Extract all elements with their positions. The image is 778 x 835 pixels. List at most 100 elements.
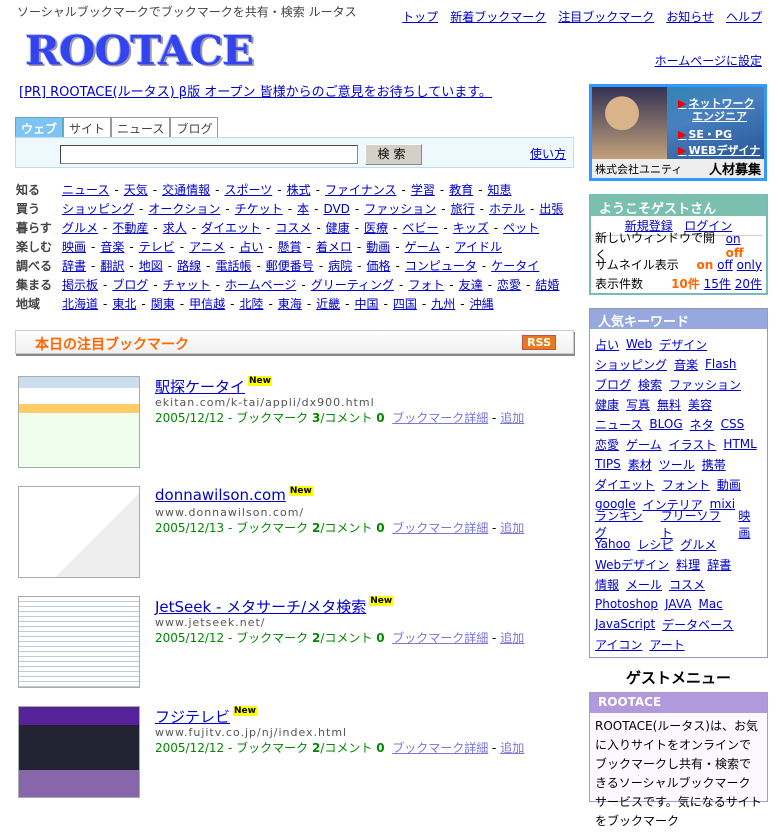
category-link[interactable]: 株式 <box>287 181 311 198</box>
bookmark-title[interactable]: 駅探ケータイ <box>155 378 245 396</box>
category-link[interactable]: 映画 <box>62 238 86 255</box>
keyword-link[interactable]: ブログ <box>595 376 631 393</box>
rss-button[interactable]: RSS <box>522 335 556 350</box>
keyword-link[interactable]: グルメ <box>680 536 716 553</box>
count-20[interactable]: 20件 <box>735 277 762 291</box>
bookmark-thumbnail[interactable] <box>18 706 140 798</box>
bookmark-add-link[interactable]: 追加 <box>500 521 524 535</box>
site-logo[interactable]: ROOTACE <box>25 27 254 74</box>
keyword-link[interactable]: 無料 <box>657 396 681 413</box>
category-link[interactable]: 交通情報 <box>162 181 210 198</box>
category-link[interactable]: 北海道 <box>62 295 98 312</box>
keyword-link[interactable]: 情報 <box>595 576 619 593</box>
category-link[interactable]: 動画 <box>366 238 390 255</box>
category-link[interactable]: ショッピング <box>62 200 134 217</box>
keyword-link[interactable]: JavaScript <box>595 617 655 631</box>
banner-link-se-pg[interactable]: SE・PG <box>678 126 732 142</box>
category-link[interactable]: 天気 <box>124 181 148 198</box>
keyword-link[interactable]: レシピ <box>637 536 673 553</box>
category-link[interactable]: 四国 <box>393 295 417 312</box>
category-link[interactable]: 知恵 <box>488 181 512 198</box>
category-link[interactable]: 懸賞 <box>278 238 302 255</box>
category-link[interactable]: 出張 <box>539 200 563 217</box>
category-link[interactable]: 近畿 <box>316 295 340 312</box>
bookmark-title[interactable]: JetSeek - メタサーチ/メタ検索 <box>155 598 366 616</box>
keyword-link[interactable]: 占い <box>595 336 619 353</box>
keyword-link[interactable]: 音楽 <box>674 356 698 373</box>
category-link[interactable]: ホームページ <box>225 276 296 293</box>
keyword-link[interactable]: アート <box>649 636 684 653</box>
keyword-link[interactable]: HTML <box>723 437 756 451</box>
category-link[interactable]: ペット <box>503 219 539 236</box>
keyword-link[interactable]: ツール <box>659 456 695 473</box>
category-link[interactable]: テレビ <box>139 238 175 255</box>
bookmark-title[interactable]: フジテレビ <box>155 708 230 726</box>
keyword-link[interactable]: 健康 <box>595 396 619 413</box>
category-link[interactable]: ファッション <box>364 200 436 217</box>
category-link[interactable]: オークション <box>148 200 220 217</box>
nav-news[interactable]: お知らせ <box>666 8 714 25</box>
category-link[interactable]: 沖縄 <box>470 295 494 312</box>
category-link[interactable]: ケータイ <box>491 257 539 274</box>
category-link[interactable]: スポーツ <box>224 181 272 198</box>
keyword-link[interactable]: ニュース <box>595 416 642 433</box>
keyword-link[interactable]: デザイン <box>659 336 707 353</box>
keyword-link[interactable]: フォント <box>662 476 710 493</box>
tab-site[interactable]: サイト <box>63 117 112 137</box>
keyword-link[interactable]: 写真 <box>626 396 650 413</box>
tab-web[interactable]: ウェブ <box>15 117 64 137</box>
keyword-link[interactable]: コスメ <box>669 576 705 593</box>
category-link[interactable]: ベビー <box>402 219 438 236</box>
keyword-link[interactable]: CSS <box>721 417 745 431</box>
pr-link[interactable]: [PR] ROOTACE(ルータス) β版 オープン 皆様からのご意見をお待ちし… <box>19 81 492 100</box>
thumb-off[interactable]: off <box>717 258 733 272</box>
category-link[interactable]: 価格 <box>367 257 391 274</box>
category-link[interactable]: 占い <box>239 238 263 255</box>
bookmark-add-link[interactable]: 追加 <box>500 631 524 645</box>
category-link[interactable]: ホテル <box>489 200 525 217</box>
category-link[interactable]: グルメ <box>62 219 98 236</box>
nav-hot-bookmarks[interactable]: 注目ブックマーク <box>558 8 654 25</box>
category-link[interactable]: キッズ <box>453 219 489 236</box>
bookmark-detail-link[interactable]: ブックマーク詳細 <box>392 631 488 645</box>
category-link[interactable]: 路線 <box>177 257 201 274</box>
category-link[interactable]: 求人 <box>163 219 187 236</box>
bookmark-detail-link[interactable]: ブックマーク詳細 <box>392 741 488 755</box>
category-link[interactable]: 東海 <box>278 295 302 312</box>
category-link[interactable]: 恋愛 <box>497 276 521 293</box>
category-link[interactable]: 地図 <box>139 257 163 274</box>
keyword-link[interactable]: Web <box>626 337 652 351</box>
keyword-link[interactable]: 動画 <box>717 476 741 493</box>
nav-top[interactable]: トップ <box>402 8 438 25</box>
keyword-link[interactable]: 検索 <box>638 376 662 393</box>
category-link[interactable]: 友達 <box>459 276 483 293</box>
category-link[interactable]: 結婚 <box>535 276 559 293</box>
nav-new-bookmarks[interactable]: 新着ブックマーク <box>450 8 546 25</box>
bookmark-add-link[interactable]: 追加 <box>500 741 524 755</box>
category-link[interactable]: 東北 <box>112 295 136 312</box>
category-link[interactable]: 教育 <box>449 181 473 198</box>
keyword-link[interactable]: JAVA <box>665 597 691 611</box>
category-link[interactable]: 健康 <box>326 219 350 236</box>
category-link[interactable]: グリーティング <box>311 276 394 293</box>
keyword-link[interactable]: TIPS <box>595 457 621 471</box>
category-link[interactable]: コンピュータ <box>405 257 477 274</box>
search-button[interactable]: 検索 <box>365 144 422 165</box>
category-link[interactable]: 関東 <box>151 295 175 312</box>
count-10[interactable]: 10件 <box>671 277 700 291</box>
keyword-link[interactable]: ゲーム <box>626 436 662 453</box>
category-link[interactable]: チャット <box>163 276 211 293</box>
category-link[interactable]: ゲーム <box>405 238 441 255</box>
category-link[interactable]: 学習 <box>411 181 435 198</box>
category-link[interactable]: ブログ <box>112 276 148 293</box>
keyword-link[interactable]: BLOG <box>649 417 682 431</box>
keyword-link[interactable]: 映画 <box>738 507 762 541</box>
bookmark-thumbnail[interactable] <box>18 596 140 688</box>
keyword-link[interactable]: データベース <box>662 616 733 633</box>
category-link[interactable]: コスメ <box>275 219 311 236</box>
keyword-link[interactable]: Yahoo <box>595 537 630 551</box>
bookmark-detail-link[interactable]: ブックマーク詳細 <box>392 411 488 425</box>
category-link[interactable]: 甲信越 <box>189 295 225 312</box>
category-link[interactable]: 辞書 <box>62 257 86 274</box>
bookmark-thumbnail[interactable] <box>18 376 140 468</box>
